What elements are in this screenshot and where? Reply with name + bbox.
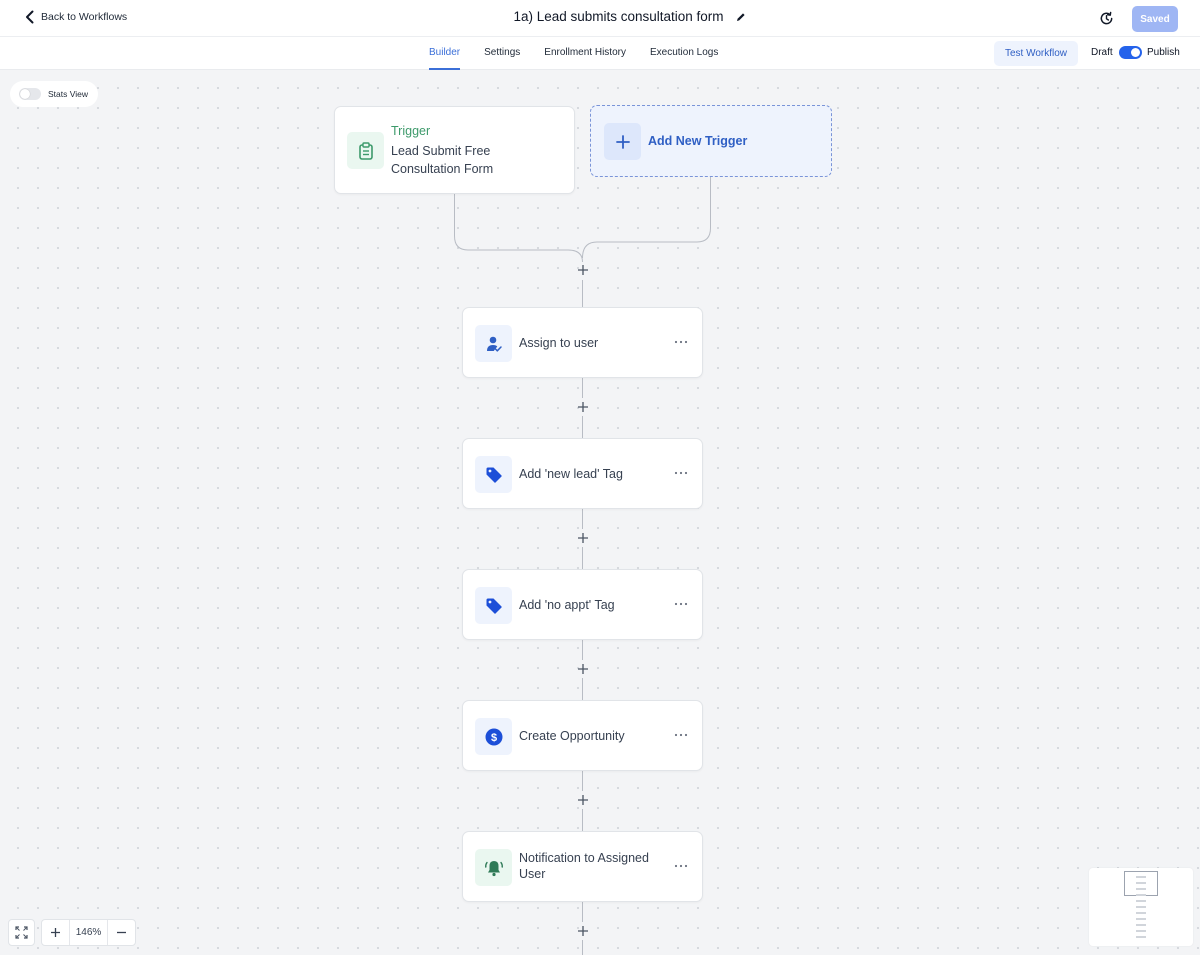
- clipboard-icon: [358, 141, 373, 160]
- plus-icon: [577, 664, 588, 674]
- stats-view-label: Stats View: [48, 89, 89, 99]
- minimap-node: [1136, 888, 1146, 890]
- action-icon-box: [475, 325, 512, 362]
- more-options-icon[interactable]: [674, 339, 688, 345]
- more-options-icon[interactable]: [674, 470, 688, 476]
- plus-icon: [51, 928, 60, 937]
- workflow-title: 1a) Lead submits consultation form: [513, 9, 724, 24]
- trigger-name: Lead Submit Free Consultation Form: [391, 144, 494, 176]
- workflow-canvas[interactable]: [0, 70, 1200, 955]
- zoom-group: 146%: [41, 919, 136, 946]
- zoom-out-button[interactable]: [108, 920, 135, 945]
- add-step-button[interactable]: [576, 793, 590, 807]
- action-label: Add 'new lead' Tag: [519, 467, 623, 481]
- add-step-button[interactable]: [576, 662, 590, 676]
- trigger-node[interactable]: Trigger Lead Submit Free Consultation Fo…: [334, 106, 575, 194]
- tab-execution-logs[interactable]: Execution Logs: [638, 37, 730, 70]
- plus-icon: [577, 402, 588, 412]
- minimap-node: [1136, 906, 1146, 908]
- minimap-node: [1136, 918, 1146, 920]
- action-node-add-new-lead-tag[interactable]: Add 'new lead' Tag: [462, 438, 703, 509]
- action-icon-box: [475, 849, 512, 886]
- tab-enrollment-history[interactable]: Enrollment History: [532, 37, 638, 70]
- top-header: Back to Workflows 1a) Lead submits consu…: [0, 0, 1200, 37]
- action-node-assign-to-user[interactable]: Assign to user: [462, 307, 703, 378]
- trigger-label: Trigger: [391, 124, 431, 138]
- fit-view-button[interactable]: [8, 919, 35, 946]
- plus-icon: [577, 926, 588, 936]
- plus-icon: [615, 134, 630, 149]
- add-step-button[interactable]: [576, 531, 590, 545]
- minimap-node: [1136, 882, 1146, 884]
- minimap-node: [1136, 894, 1146, 896]
- trigger-icon-box: [347, 132, 384, 169]
- draft-label: Draft: [1091, 47, 1113, 58]
- minimap-node: [1136, 924, 1146, 926]
- add-step-button[interactable]: [576, 400, 590, 414]
- tag-icon: [486, 467, 502, 483]
- minimap-node: [1136, 876, 1146, 878]
- more-options-icon[interactable]: [674, 601, 688, 607]
- minimap[interactable]: [1089, 868, 1193, 946]
- action-label: Add 'no appt' Tag: [519, 598, 615, 612]
- zoom-in-button[interactable]: [42, 920, 69, 945]
- action-label: Create Opportunity: [519, 729, 625, 743]
- action-icon-box: [475, 587, 512, 624]
- more-options-icon[interactable]: [674, 732, 688, 738]
- pencil-icon[interactable]: [735, 11, 747, 23]
- history-icon[interactable]: [1099, 11, 1114, 26]
- plus-icon: [577, 265, 588, 275]
- action-icon-box: $: [475, 718, 512, 755]
- minimap-node: [1136, 930, 1146, 932]
- tab-settings[interactable]: Settings: [472, 37, 532, 70]
- action-node-create-opportunity[interactable]: $ Create Opportunity: [462, 700, 703, 771]
- minimap-node: [1136, 912, 1146, 914]
- minimap-node: [1136, 900, 1146, 902]
- svg-text:$: $: [490, 732, 496, 744]
- action-node-notification[interactable]: Notification to Assigned User: [462, 831, 703, 902]
- plus-icon: [577, 795, 588, 805]
- action-label: Assign to user: [519, 336, 599, 350]
- add-new-trigger-label: Add New Trigger: [648, 134, 748, 148]
- minus-icon: [117, 931, 126, 934]
- add-step-button[interactable]: [576, 263, 590, 277]
- action-icon-box: [475, 456, 512, 493]
- user-assign-icon: [486, 336, 502, 352]
- publish-label: Publish: [1147, 47, 1180, 58]
- zoom-controls: 146%: [8, 919, 136, 946]
- tab-builder[interactable]: Builder: [417, 37, 472, 70]
- saved-button[interactable]: Saved: [1132, 6, 1178, 32]
- dollar-icon: $: [485, 728, 502, 745]
- action-label: Notification to Assigned User: [519, 851, 649, 881]
- minimap-node: [1136, 936, 1146, 938]
- stats-view-control: Stats View: [10, 81, 98, 107]
- add-trigger-icon-box: [604, 123, 641, 160]
- test-workflow-button[interactable]: Test Workflow: [994, 41, 1078, 66]
- zoom-level: 146%: [69, 920, 108, 945]
- tag-icon: [486, 598, 502, 614]
- add-step-button[interactable]: [576, 924, 590, 938]
- expand-icon: [15, 926, 28, 939]
- plus-icon: [577, 533, 588, 543]
- action-node-add-no-appt-tag[interactable]: Add 'no appt' Tag: [462, 569, 703, 640]
- stats-view-toggle[interactable]: [19, 88, 41, 100]
- bell-icon: [484, 860, 503, 876]
- more-options-icon[interactable]: [674, 863, 688, 869]
- publish-toggle[interactable]: [1119, 46, 1142, 59]
- add-new-trigger-button[interactable]: Add New Trigger: [590, 105, 832, 177]
